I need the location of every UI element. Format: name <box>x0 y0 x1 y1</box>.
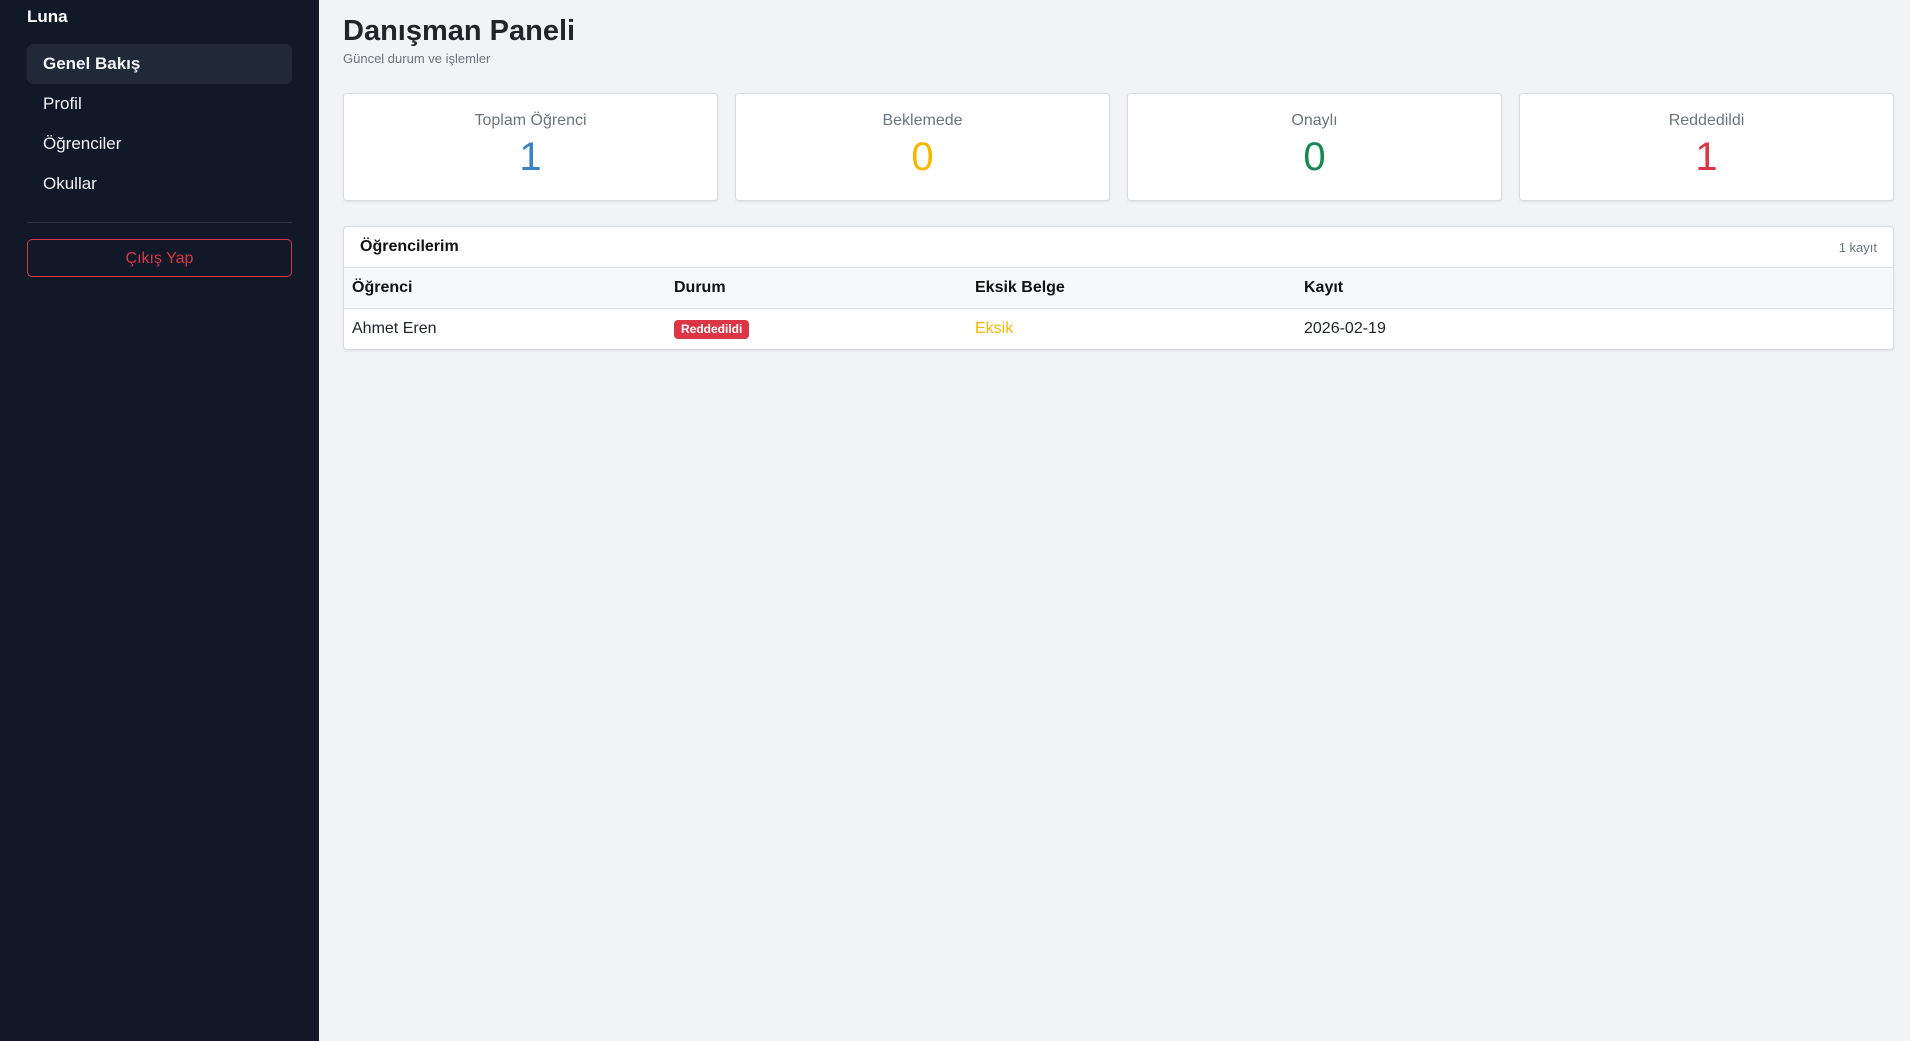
sidebar: Luna Genel Bakış Profil Öğrenciler Okull… <box>0 0 319 1041</box>
column-header-missing-doc: Eksik Belge <box>967 268 1296 309</box>
stat-card-approved: Onaylı 0 <box>1127 93 1502 201</box>
stat-value: 0 <box>911 135 934 179</box>
sidebar-nav: Genel Bakış Profil Öğrenciler Okullar <box>27 44 292 204</box>
sidebar-item-profile[interactable]: Profil <box>27 84 292 124</box>
stat-label: Reddedildi <box>1668 112 1745 129</box>
stat-value: 1 <box>1695 135 1718 179</box>
column-header-student: Öğrenci <box>344 268 666 309</box>
sidebar-item-schools[interactable]: Okullar <box>27 164 292 204</box>
stat-card-rejected: Reddedildi 1 <box>1519 93 1894 201</box>
logout-button[interactable]: Çıkış Yap <box>27 239 292 277</box>
cell-registered: 2026-02-19 <box>1304 320 1386 337</box>
students-table: Öğrenci Durum Eksik Belge Kayıt Ahmet Er… <box>344 268 1893 349</box>
sidebar-item-overview[interactable]: Genel Bakış <box>27 44 292 84</box>
stat-value: 1 <box>519 135 542 179</box>
page-title: Danışman Paneli <box>343 15 576 47</box>
app-root: Luna Genel Bakış Profil Öğrenciler Okull… <box>0 0 1910 1041</box>
main-content: Danışman Paneli Güncel durum ve işlemler… <box>319 0 1910 1041</box>
cell-missing-doc: Eksik <box>975 320 1014 337</box>
stat-label: Beklemede <box>882 112 963 129</box>
table-row[interactable]: Ahmet Eren Reddedildi Eksik 2026-02-19 <box>344 309 1893 350</box>
stat-card-total: Toplam Öğrenci 1 <box>343 93 718 201</box>
cell-status: Reddedildi <box>666 309 967 350</box>
brand-logo-text: Luna <box>27 7 68 26</box>
table-header-row: Öğrenci Durum Eksik Belge Kayıt <box>344 268 1893 309</box>
stat-label: Onaylı <box>1291 112 1338 129</box>
stat-label: Toplam Öğrenci <box>474 112 587 129</box>
stat-value: 0 <box>1303 135 1326 179</box>
column-header-status: Durum <box>666 268 967 309</box>
cell-student-name: Ahmet Eren <box>352 320 437 337</box>
panel-header: Öğrencilerim 1 kayıt <box>344 227 1893 268</box>
students-panel: Öğrencilerim 1 kayıt Öğrenci Durum Eksik… <box>343 226 1894 350</box>
panel-title: Öğrencilerim <box>360 238 459 255</box>
column-header-registered: Kayıt <box>1296 268 1893 309</box>
stat-card-pending: Beklemede 0 <box>735 93 1110 201</box>
record-count: 1 kayıt <box>1838 239 1877 255</box>
sidebar-item-students[interactable]: Öğrenciler <box>27 124 292 164</box>
stats-row: Toplam Öğrenci 1 Beklemede 0 Onaylı 0 Re… <box>343 93 1894 201</box>
page-subtitle: Güncel durum ve işlemler <box>343 51 491 66</box>
status-badge: Reddedildi <box>674 319 750 339</box>
sidebar-divider <box>27 222 292 223</box>
